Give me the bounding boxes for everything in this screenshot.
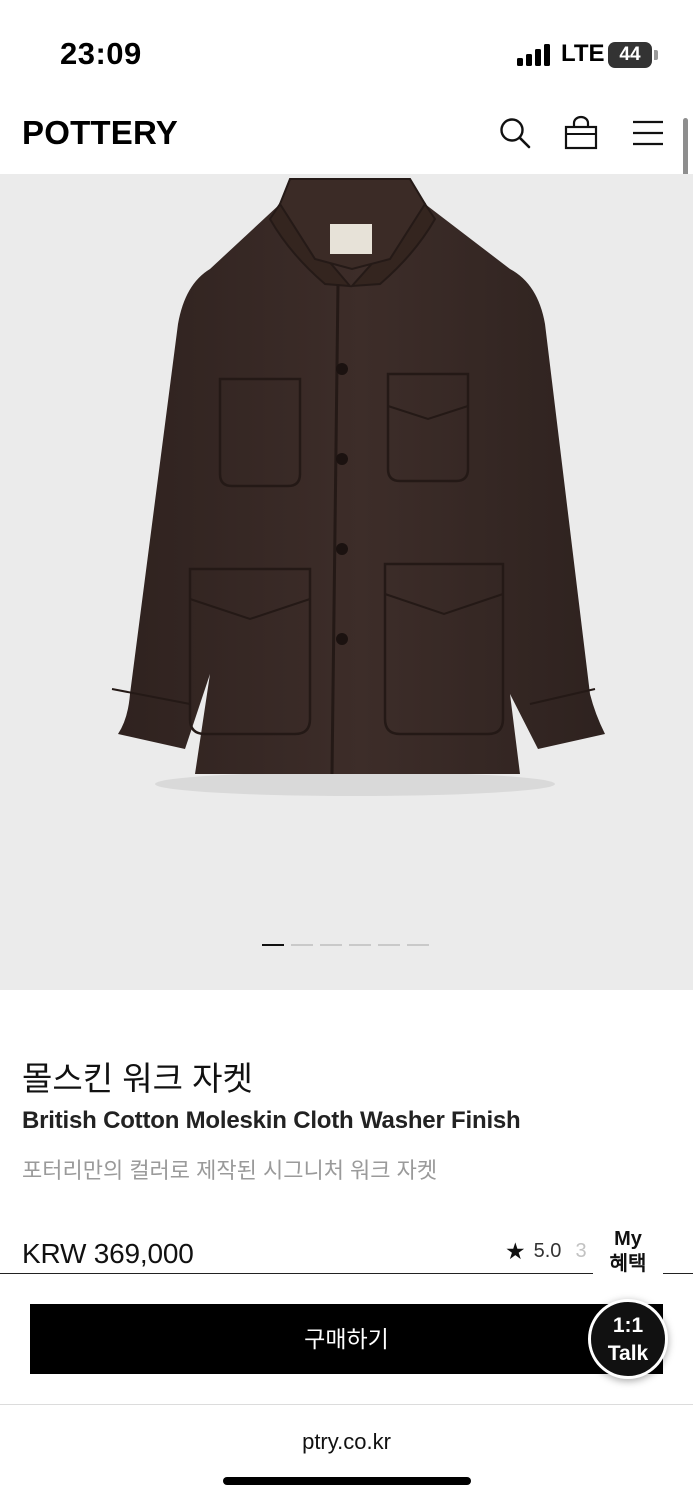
- status-bar: 23:09 LTE 44: [0, 0, 693, 100]
- status-time: 23:09: [60, 36, 142, 71]
- home-indicator[interactable]: [223, 1477, 471, 1485]
- gallery-dot[interactable]: [291, 944, 313, 946]
- menu-button[interactable]: [630, 114, 666, 152]
- rating-value: 5.0: [533, 1240, 562, 1262]
- gallery-dot[interactable]: [378, 944, 400, 946]
- shopping-bag-icon: [564, 115, 598, 150]
- product-image: [111, 178, 605, 796]
- product-subtitle: British Cotton Moleskin Cloth Washer Fin…: [22, 1107, 521, 1134]
- rating-overflow: 3: [575, 1240, 587, 1262]
- site-header: POTTERY: [0, 100, 693, 174]
- search-icon: [500, 118, 531, 149]
- battery-icon: 44: [608, 42, 652, 68]
- gallery-dot[interactable]: [407, 944, 429, 946]
- signal-icon: [517, 44, 551, 66]
- search-button[interactable]: [497, 114, 533, 152]
- gallery-dot[interactable]: [320, 944, 342, 946]
- product-rating[interactable]: ★ 5.0 3: [505, 1238, 587, 1265]
- product-image-gallery[interactable]: [0, 174, 693, 990]
- browser-address-bar[interactable]: ptry.co.kr: [0, 1404, 693, 1500]
- brand-logo[interactable]: POTTERY: [22, 114, 178, 152]
- divider: [0, 1273, 693, 1274]
- buy-button[interactable]: 구매하기: [30, 1304, 663, 1374]
- gallery-dot[interactable]: [349, 944, 371, 946]
- chat-talk-button[interactable]: 1:1 Talk: [588, 1299, 668, 1379]
- product-title: 몰스킨 워크 자켓: [22, 1060, 253, 1097]
- talk-line1: 1:1: [612, 1314, 644, 1337]
- network-label: LTE: [561, 40, 605, 67]
- url-text[interactable]: ptry.co.kr: [0, 1429, 693, 1455]
- my-benefit-line2: 혜택: [609, 1253, 647, 1275]
- talk-line2: Talk: [607, 1342, 649, 1365]
- product-price: KRW 369,000: [22, 1238, 194, 1269]
- gallery-dot[interactable]: [262, 944, 284, 946]
- star-icon: ★: [505, 1238, 526, 1264]
- cart-button[interactable]: [563, 114, 599, 152]
- my-benefit-button[interactable]: My 혜택: [593, 1224, 663, 1282]
- my-benefit-line1: My: [614, 1228, 642, 1250]
- hamburger-menu-icon: [633, 120, 663, 146]
- gallery-indicator[interactable]: [262, 944, 429, 946]
- product-description: 포터리만의 컬러로 제작된 시그니처 워크 자켓: [22, 1158, 438, 1183]
- battery-nub: [654, 50, 658, 60]
